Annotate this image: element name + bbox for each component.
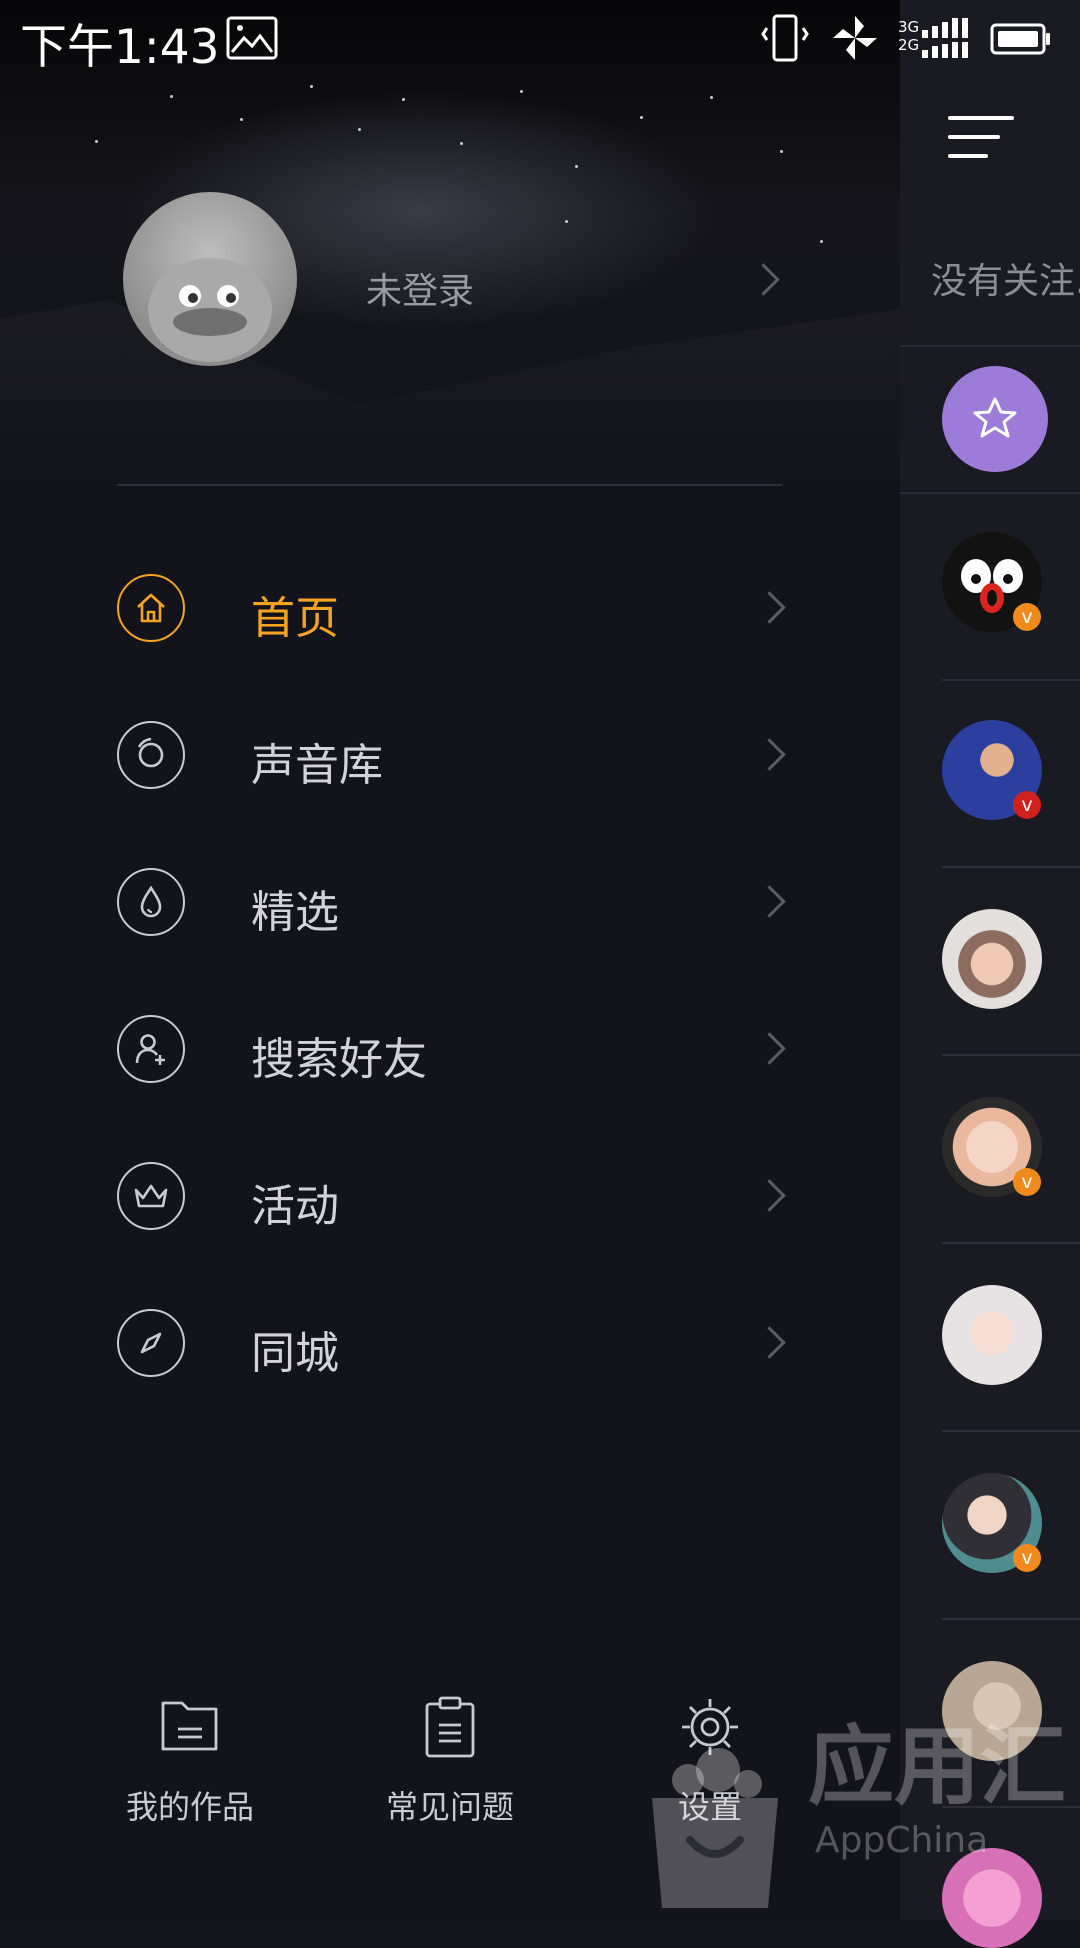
sky-star [95, 140, 98, 143]
chevron-right-icon [753, 1326, 786, 1359]
sky-star [402, 98, 405, 101]
divider [900, 345, 1080, 347]
sky-star [170, 95, 173, 98]
divider [900, 492, 1080, 494]
watermark-logo-icon [652, 1748, 778, 1908]
menu-item-search-friends[interactable]: 搜索好友 [0, 994, 900, 1104]
home-icon [117, 574, 185, 642]
verified-badge: v [1013, 1544, 1041, 1572]
compass-icon [117, 1309, 185, 1377]
network-labels: 3G 2G [898, 18, 920, 54]
divider [117, 484, 782, 486]
sky-star [820, 240, 823, 243]
star-icon [973, 397, 1017, 438]
status-bar: 下午1:43 3G 2G [0, 0, 1080, 78]
sky-star [575, 165, 578, 168]
divider [942, 679, 1080, 681]
status-time: 下午1:43 [20, 20, 220, 75]
watermark-subtitle: AppChina [815, 1820, 989, 1861]
sky-star [310, 85, 313, 88]
avatar-mascot-icon [148, 258, 272, 362]
menu-item-activities[interactable]: 活动 [0, 1141, 900, 1251]
vibrate-icon [761, 14, 809, 62]
divider [942, 1430, 1080, 1432]
add-user-icon [117, 1015, 185, 1083]
watermark-text: 应用汇 [808, 1717, 1066, 1817]
sky-star [460, 142, 463, 145]
faq-label[interactable]: 常见问题 [340, 1782, 560, 1828]
empty-follow-tip: 没有关注... [931, 261, 1080, 302]
menu-label: 精选 [251, 887, 339, 938]
faq-button[interactable] [365, 1695, 535, 1759]
menu-item-home[interactable]: 首页 [0, 553, 900, 663]
menu-label: 活动 [251, 1181, 339, 1232]
chevron-right-icon [753, 591, 786, 624]
chevron-right-icon [753, 1032, 786, 1065]
divider [942, 1242, 1080, 1244]
menu-item-featured[interactable]: 精选 [0, 847, 900, 957]
pinwheel-icon [833, 16, 877, 60]
avatar[interactable] [942, 1285, 1042, 1385]
sky-star [240, 118, 243, 121]
divider [942, 866, 1080, 868]
disc-icon [117, 721, 185, 789]
signal-icon [922, 18, 968, 58]
battery-icon [990, 23, 1050, 55]
avatar[interactable] [942, 909, 1042, 1009]
my-works-label[interactable]: 我的作品 [80, 1782, 300, 1828]
main-page-preview: 没有关注... v v v v [900, 0, 1080, 1948]
sky-star [565, 220, 568, 223]
divider [942, 1054, 1080, 1056]
divider [942, 1618, 1080, 1620]
clipboard-icon [425, 1696, 475, 1758]
sky-star [710, 96, 713, 99]
chevron-right-icon [753, 885, 786, 918]
menu-label: 首页 [251, 593, 339, 644]
verified-badge: v [1013, 1168, 1041, 1196]
drop-icon [117, 868, 185, 936]
verified-badge: v [1013, 603, 1041, 631]
crown-icon [117, 1162, 185, 1230]
login-status[interactable]: 未登录 [366, 262, 474, 314]
image-icon [226, 16, 278, 60]
sky-star [358, 128, 361, 131]
menu-item-sound-library[interactable]: 声音库 [0, 700, 900, 810]
sky-star [780, 150, 783, 153]
avatar[interactable] [123, 192, 297, 366]
my-works-button[interactable] [105, 1695, 275, 1755]
sky-star [640, 116, 643, 119]
chevron-right-icon [753, 738, 786, 771]
menu-item-nearby[interactable]: 同城 [0, 1288, 900, 1398]
menu-label: 搜索好友 [251, 1034, 427, 1085]
verified-badge: v [1013, 791, 1041, 819]
sky-star [520, 90, 523, 93]
folder-icon [161, 1701, 218, 1751]
menu-icon[interactable] [948, 116, 1014, 173]
side-drawer: 未登录 首页 声音库 精选 搜索好友 活动 同城 我的作品 常见问题 [0, 0, 900, 1920]
menu-label: 声音库 [251, 740, 383, 791]
star-button[interactable] [942, 366, 1048, 472]
avatar[interactable] [942, 1848, 1042, 1948]
chevron-right-icon [753, 1179, 786, 1212]
menu-label: 同城 [251, 1328, 339, 1379]
